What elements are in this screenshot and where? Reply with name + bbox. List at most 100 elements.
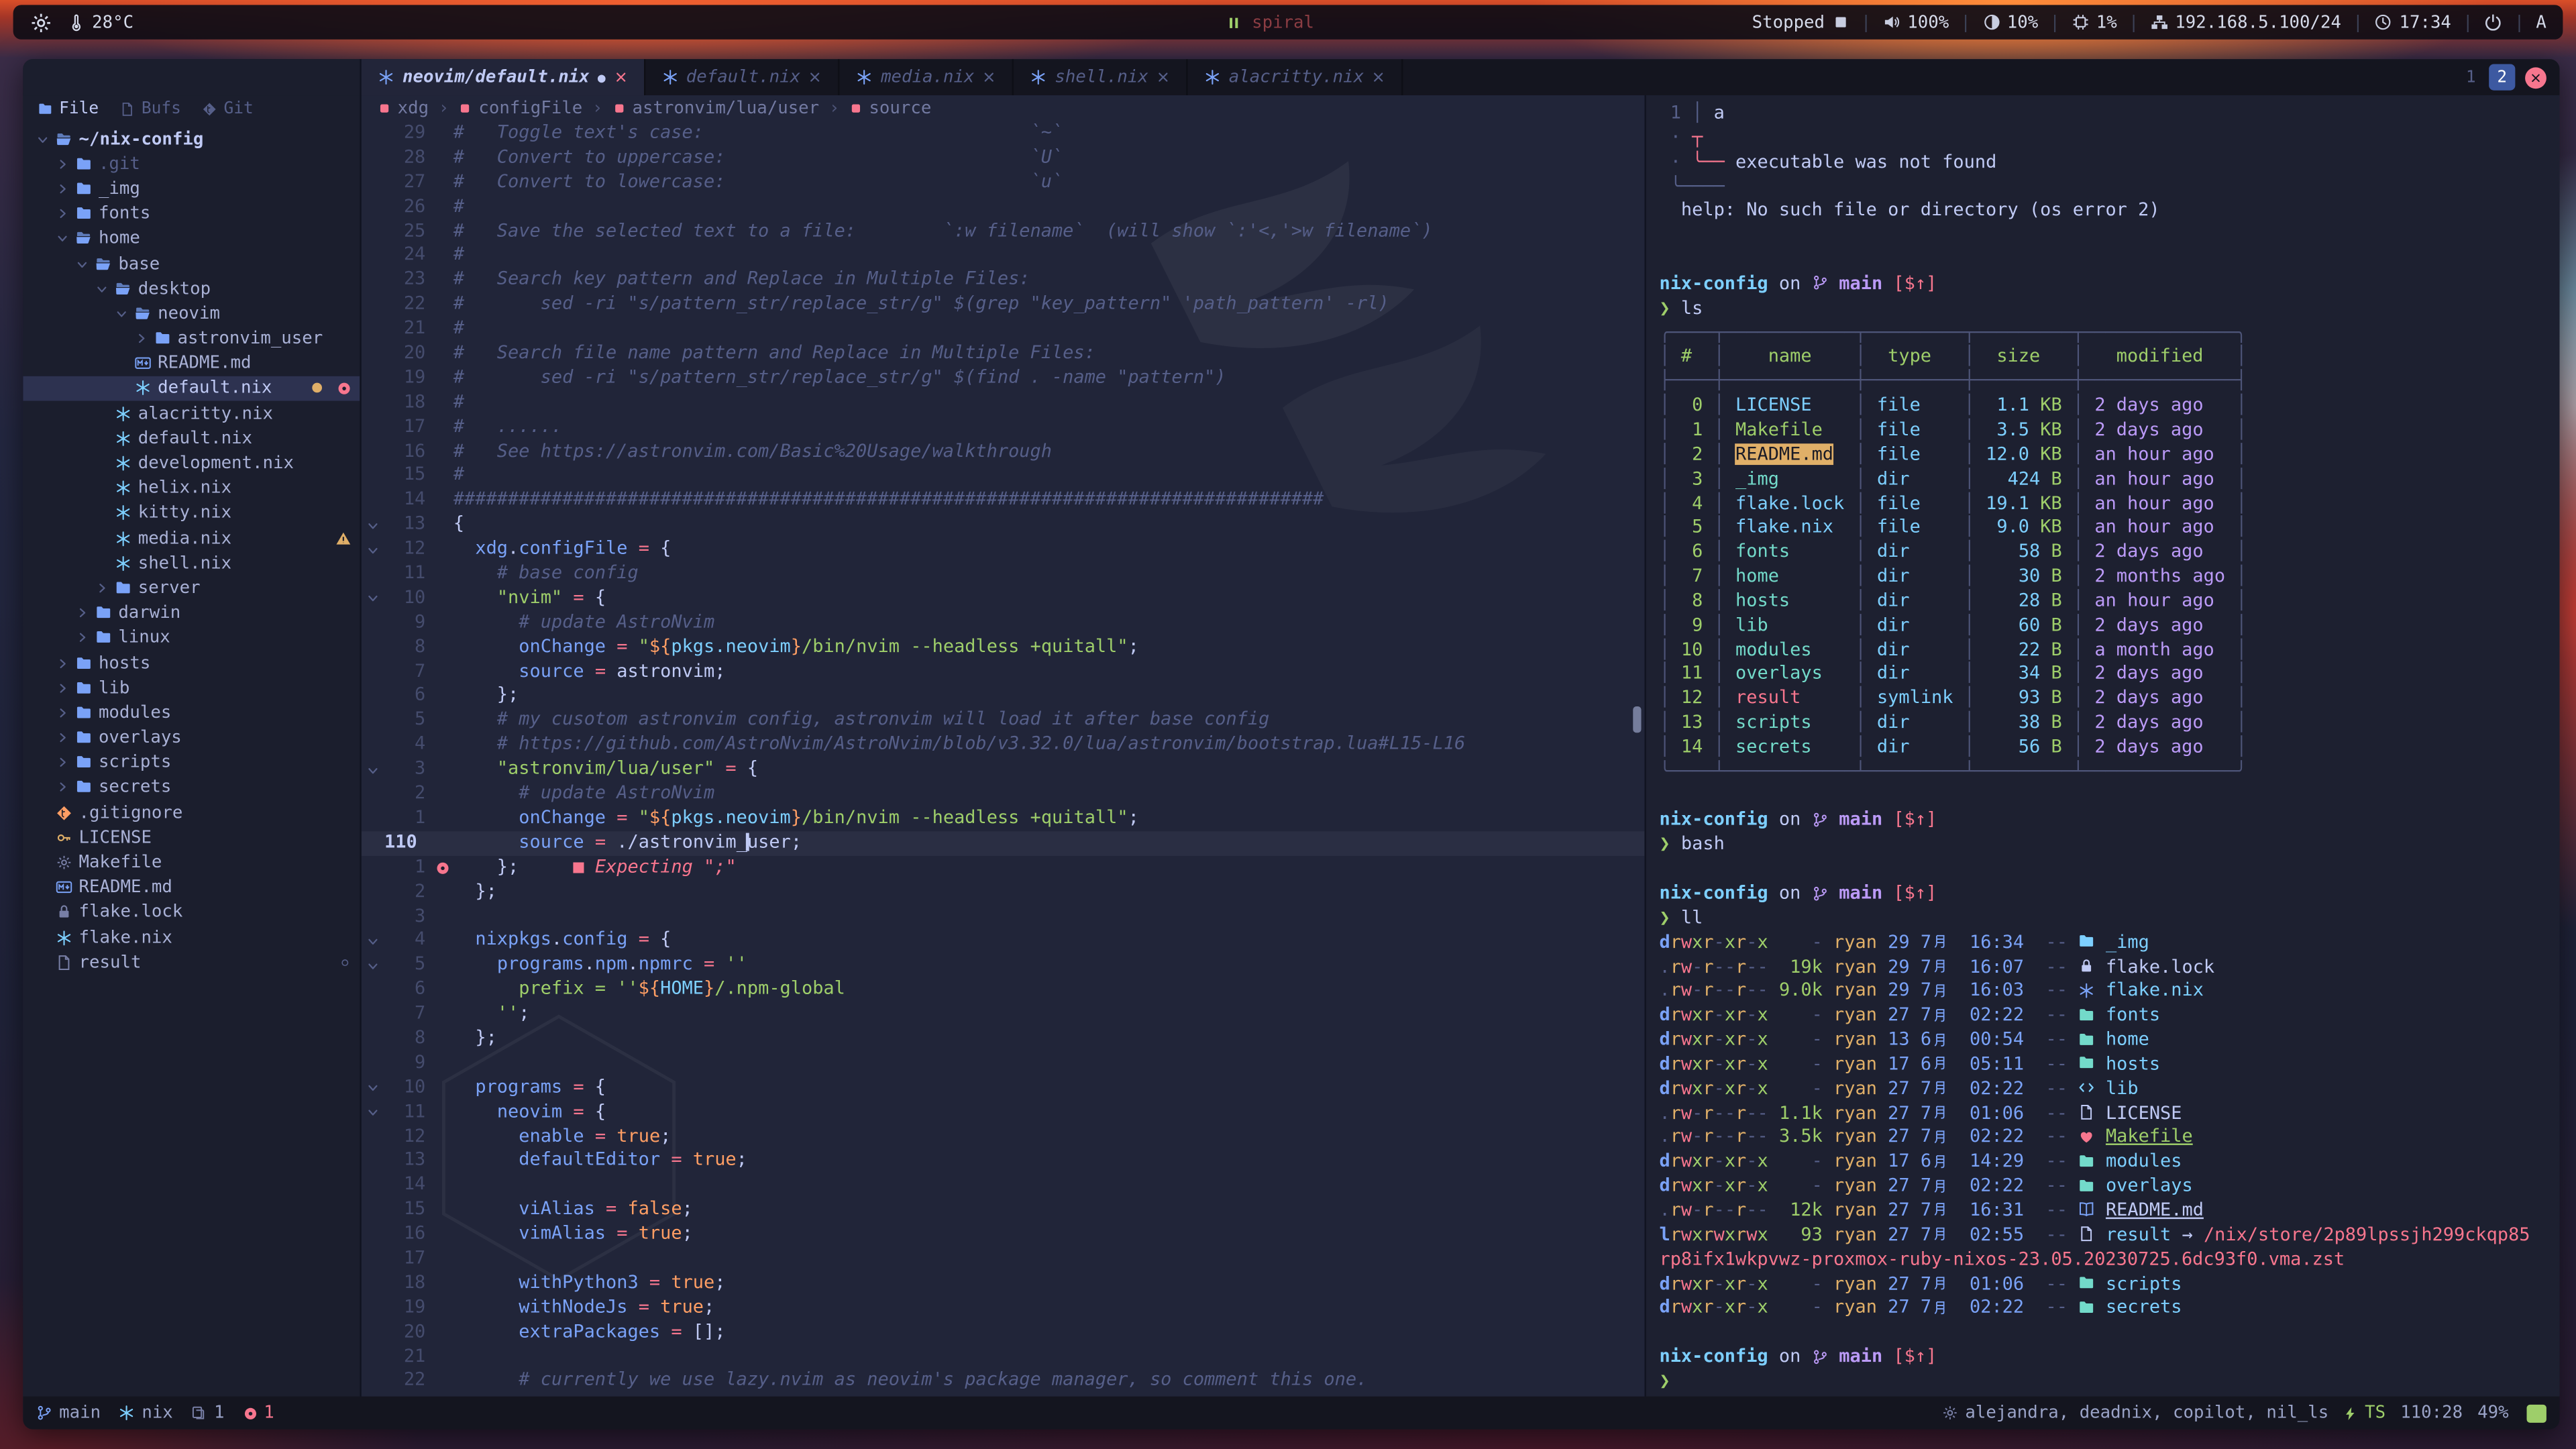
fold-column[interactable] (362, 855, 383, 879)
chev-d-icon[interactable] (115, 307, 128, 321)
sidebar-tab-file[interactable]: File (38, 100, 99, 118)
tree-item[interactable]: flake.nix (23, 925, 360, 950)
tree-item[interactable]: alacritty.nix (23, 401, 360, 426)
code-line[interactable]: 20 extraPackages = []; (362, 1320, 1645, 1344)
fold-column[interactable] (362, 219, 383, 244)
fold-column[interactable] (362, 929, 383, 953)
code-line[interactable]: 17 (362, 1247, 1645, 1271)
fold-column[interactable] (362, 513, 383, 537)
tree-item[interactable]: flake.lock (23, 900, 360, 925)
fold-column[interactable] (362, 1222, 383, 1246)
chev-r-icon[interactable] (56, 756, 69, 769)
fold-column[interactable] (362, 415, 383, 439)
fold-column[interactable] (362, 464, 383, 488)
tree-item[interactable]: desktop (23, 276, 360, 301)
tree-item[interactable]: shell.nix (23, 551, 360, 576)
breadcrumb-item[interactable]: xdg (378, 99, 429, 118)
code-line[interactable]: 110 source = ./astronvim_user; (362, 831, 1645, 855)
fold-column[interactable] (362, 268, 383, 292)
fold-column[interactable] (362, 586, 383, 610)
chev-d-icon[interactable] (366, 934, 379, 948)
code-line[interactable]: 22 # currently we use lazy.nvim as neovi… (362, 1369, 1645, 1393)
service-status[interactable]: Stopped (1752, 12, 1849, 32)
chev-r-icon[interactable] (76, 631, 89, 645)
fold-column[interactable] (362, 341, 383, 366)
tree-item[interactable]: astronvim_user (23, 326, 360, 351)
fold-column[interactable] (362, 1247, 383, 1271)
breadcrumb-item[interactable]: configFile (459, 99, 582, 118)
chev-r-icon[interactable] (56, 656, 69, 669)
tab-close-icon[interactable] (808, 70, 822, 84)
chev-d-icon[interactable] (366, 959, 379, 973)
code-line[interactable]: 16 vimAlias = true; (362, 1222, 1645, 1246)
tree-item[interactable]: home (23, 226, 360, 251)
pause-icon[interactable] (1226, 14, 1242, 30)
tree-item[interactable]: default.nix (23, 426, 360, 451)
code-line[interactable]: 12 enable = true; (362, 1124, 1645, 1148)
tree-item[interactable]: hosts (23, 651, 360, 676)
chev-r-icon[interactable] (56, 158, 69, 171)
code-line[interactable]: 19# sed -ri "s/pattern_str/replace_str/g… (362, 366, 1645, 390)
chev-d-icon[interactable] (36, 132, 50, 146)
buffer-count-widget[interactable]: 1 (191, 1403, 225, 1422)
tree-item[interactable]: ~/nix-config (23, 127, 360, 152)
code-line[interactable]: 8 onChange = "${pkgs.neovim}/bin/nvim --… (362, 635, 1645, 659)
fold-column[interactable] (362, 611, 383, 635)
tree-item[interactable]: scripts (23, 750, 360, 775)
code-line[interactable]: 19 withNodeJs = true; (362, 1296, 1645, 1320)
tree-item[interactable]: darwin (23, 600, 360, 625)
fold-column[interactable] (362, 1002, 383, 1026)
tree-item[interactable]: lib (23, 676, 360, 700)
fold-column[interactable] (362, 562, 383, 586)
code-line[interactable]: 2 }; (362, 880, 1645, 904)
code-line[interactable]: 29# Toggle text's case: `~` (362, 121, 1645, 146)
fold-column[interactable] (362, 953, 383, 977)
fold-column[interactable] (362, 880, 383, 904)
tabpage-1[interactable]: 1 (2458, 64, 2484, 91)
media-widget[interactable]: spiral (1226, 12, 1314, 32)
code-line[interactable]: 7 source = astronvim; (362, 659, 1645, 684)
fold-column[interactable] (362, 635, 383, 659)
tree-item[interactable]: README.md (23, 875, 360, 900)
code-line[interactable]: 12 xdg.configFile = { (362, 537, 1645, 561)
code-line[interactable]: 8 }; (362, 1026, 1645, 1051)
code-line[interactable]: 27# Convert to lowercase: `u` (362, 170, 1645, 195)
fold-column[interactable] (362, 1026, 383, 1051)
code-line[interactable]: 18 withPython3 = true; (362, 1271, 1645, 1295)
code-line[interactable]: 20# Search file name pattern and Replace… (362, 341, 1645, 366)
chev-d-icon[interactable] (366, 592, 379, 606)
chev-r-icon[interactable] (56, 207, 69, 221)
code-line[interactable]: 10 programs = { (362, 1075, 1645, 1099)
tree-item[interactable]: overlays (23, 725, 360, 750)
chev-d-icon[interactable] (366, 519, 379, 532)
editor-scrollbar[interactable] (1633, 706, 1641, 733)
chev-r-icon[interactable] (56, 731, 69, 745)
code-line[interactable]: 25# Save the selected text to a file: `:… (362, 219, 1645, 244)
launcher-gear-icon[interactable] (30, 11, 52, 34)
code-line[interactable]: 5 # my cusotom astronvim config, astronv… (362, 708, 1645, 733)
fold-column[interactable] (362, 1075, 383, 1099)
tree-item[interactable]: media.nix (23, 526, 360, 551)
fold-column[interactable] (362, 1320, 383, 1344)
tree-item[interactable]: result (23, 950, 360, 975)
code-line[interactable]: 18# (362, 390, 1645, 415)
close-all-button[interactable] (2525, 66, 2546, 88)
chev-d-icon[interactable] (56, 232, 69, 246)
code-area[interactable]: 29# Toggle text's case: `~`28# Convert t… (362, 121, 1645, 1396)
fold-column[interactable] (362, 537, 383, 561)
fold-column[interactable] (362, 1149, 383, 1173)
fold-column[interactable] (362, 121, 383, 146)
tree-item[interactable]: README.md (23, 351, 360, 376)
code-line[interactable]: 1 }; ■ Expecting ";" (362, 855, 1645, 879)
code-line[interactable]: 17# ...... (362, 415, 1645, 439)
code-line[interactable]: 15# (362, 464, 1645, 488)
code-line[interactable]: 23# Search key pattern and Replace in Mu… (362, 268, 1645, 292)
fold-column[interactable] (362, 1369, 383, 1393)
volume[interactable]: 100% (1883, 12, 1949, 32)
code-line[interactable]: 21 (362, 1345, 1645, 1369)
fold-column[interactable] (362, 1198, 383, 1222)
code-line[interactable]: 6 prefix = ''${HOME}/.npm-global (362, 978, 1645, 1002)
keyboard-layout[interactable]: A (2536, 12, 2546, 32)
cpu-usage[interactable]: 1% (2072, 12, 2117, 32)
tree-item[interactable]: Makefile (23, 850, 360, 875)
